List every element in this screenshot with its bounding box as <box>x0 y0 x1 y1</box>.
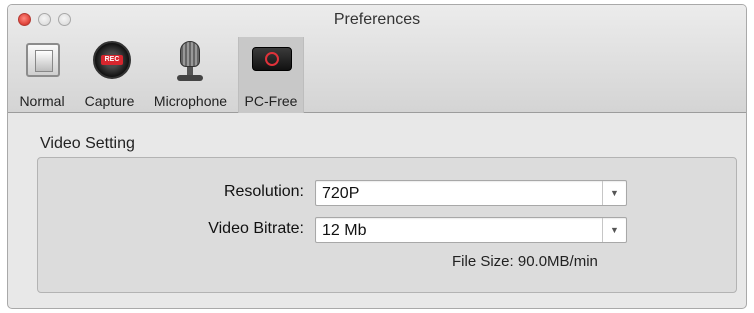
tab-normal-label: Normal <box>19 93 65 109</box>
video-bitrate-select[interactable]: 12 Mb ▼ <box>315 217 627 243</box>
video-setting-title: Video Setting <box>40 135 135 152</box>
dropdown-arrow-icon[interactable]: ▼ <box>602 181 626 205</box>
file-size-readout: File Size: 90.0MB/min <box>452 253 598 270</box>
tab-microphone[interactable]: Microphone <box>143 37 238 113</box>
tab-capture-label: Capture <box>84 93 135 109</box>
tab-capture[interactable]: Capture <box>76 37 143 113</box>
resolution-label: Resolution: <box>223 183 304 200</box>
tab-microphone-label: Microphone <box>153 93 228 109</box>
resolution-select[interactable]: 720P ▼ <box>315 180 627 206</box>
microphone-icon <box>143 37 238 83</box>
capture-device-icon <box>252 47 292 71</box>
dropdown-arrow-icon[interactable]: ▼ <box>602 218 626 242</box>
title-bar: Preferences Normal Capture Microphone PC… <box>8 5 746 113</box>
tab-pc-free[interactable]: PC-Free <box>238 37 304 113</box>
video-bitrate-value: 12 Mb <box>322 222 367 239</box>
rec-button-icon <box>93 41 131 79</box>
tab-pc-free-label: PC-Free <box>244 93 298 109</box>
video-bitrate-label: Video Bitrate: <box>208 220 304 237</box>
resolution-value: 720P <box>322 185 360 202</box>
switch-icon <box>26 43 60 77</box>
tab-normal[interactable]: Normal <box>8 37 76 113</box>
preferences-toolbar: Normal Capture Microphone PC-Free <box>8 37 304 113</box>
window-title: Preferences <box>333 11 421 28</box>
